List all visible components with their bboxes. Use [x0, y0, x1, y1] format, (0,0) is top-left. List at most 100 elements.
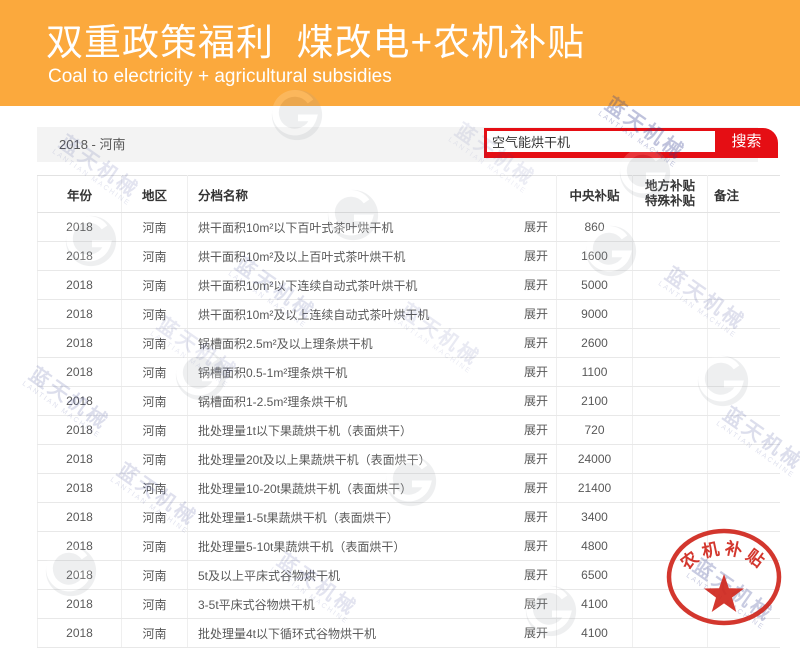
expand-link[interactable]: 展开: [524, 300, 548, 328]
category-cell: 3-5t平床式谷物烘干机展开: [188, 590, 557, 619]
expand-link[interactable]: 展开: [524, 358, 548, 386]
region-cell: 河南: [122, 329, 188, 358]
region-cell: 河南: [122, 590, 188, 619]
note-cell: [708, 271, 781, 300]
local-subsidy-cell: [633, 300, 708, 329]
column-header-year: 年份: [38, 176, 122, 213]
table-row: 2018河南烘干面积10m²以下连续自动式茶叶烘干机展开5000: [38, 271, 781, 300]
category-cell: 批处理量4t以下循环式谷物烘干机 展开: [188, 619, 557, 648]
region-cell: 河南: [122, 416, 188, 445]
note-cell: [708, 329, 781, 358]
column-header-local-line2: 特殊补贴: [633, 194, 707, 209]
table-header-row: 年份 地区 分档名称 中央补贴 地方补贴 特殊补贴 备注: [38, 176, 781, 213]
category-name: 批处理量10-20t果蔬烘干机（表面烘干）: [198, 482, 412, 496]
table-row: 2018河南烘干面积10m²以下百叶式茶叶烘干机展开860: [38, 213, 781, 242]
banner-title: 双重政策福利 煤改电+农机补贴: [46, 12, 585, 66]
search-button[interactable]: 搜索: [715, 128, 778, 155]
central-subsidy-cell: 720: [557, 416, 633, 445]
column-header-central: 中央补贴: [557, 176, 633, 213]
central-subsidy-cell: 2100: [557, 387, 633, 416]
note-cell: [708, 213, 781, 242]
breadcrumb: 2018 - 河南: [59, 127, 125, 162]
central-subsidy-cell: 1600: [557, 242, 633, 271]
note-cell: [708, 416, 781, 445]
expand-link[interactable]: 展开: [524, 242, 548, 270]
year-cell: 2018: [38, 300, 122, 329]
table-row: 2018河南批处理量1t以下果蔬烘干机（表面烘干）展开720: [38, 416, 781, 445]
central-subsidy-cell: 6500: [557, 561, 633, 590]
table-row: 2018河南锅槽面积1-2.5m²理条烘干机展开2100: [38, 387, 781, 416]
local-subsidy-cell: [633, 271, 708, 300]
expand-link[interactable]: 展开: [524, 561, 548, 589]
local-subsidy-cell: [633, 387, 708, 416]
expand-link[interactable]: 展开: [524, 213, 548, 241]
expand-link[interactable]: 展开: [524, 474, 548, 502]
promo-banner: 双重政策福利 煤改电+农机补贴 Coal to electricity + ag…: [0, 0, 800, 106]
category-name: 批处理量1-5t果蔬烘干机（表面烘干）: [198, 511, 399, 525]
expand-link[interactable]: 展开: [524, 416, 548, 444]
expand-link[interactable]: 展开: [524, 387, 548, 415]
region-cell: 河南: [122, 358, 188, 387]
stamp-star-icon: [704, 574, 744, 612]
central-subsidy-cell: 4100: [557, 619, 633, 648]
note-cell: [708, 358, 781, 387]
category-cell: 批处理量5-10t果蔬烘干机（表面烘干）展开: [188, 532, 557, 561]
year-cell: 2018: [38, 590, 122, 619]
category-cell: 烘干面积10m²以下连续自动式茶叶烘干机展开: [188, 271, 557, 300]
central-subsidy-cell: 1100: [557, 358, 633, 387]
region-cell: 河南: [122, 474, 188, 503]
category-name: 5t及以上平床式谷物烘干机: [198, 569, 340, 583]
category-name: 锅槽面积1-2.5m²理条烘干机: [198, 395, 347, 409]
search-input[interactable]: [487, 131, 715, 152]
expand-link[interactable]: 展开: [524, 445, 548, 473]
year-cell: 2018: [38, 271, 122, 300]
category-name: 烘干面积10m²以下百叶式茶叶烘干机: [198, 221, 393, 235]
year-cell: 2018: [38, 213, 122, 242]
category-name: 烘干面积10m²及以上连续自动式茶叶烘干机: [198, 308, 429, 322]
expand-link[interactable]: 展开: [524, 503, 548, 531]
expand-link[interactable]: 展开: [524, 532, 548, 560]
local-subsidy-cell: [633, 358, 708, 387]
central-subsidy-cell: 21400: [557, 474, 633, 503]
expand-link[interactable]: 展开: [524, 329, 548, 357]
category-name: 批处理量4t以下循环式谷物烘干机: [198, 627, 376, 641]
category-name: 批处理量1t以下果蔬烘干机（表面烘干）: [198, 424, 412, 438]
category-cell: 锅槽面积0.5-1m²理条烘干机 展开: [188, 358, 557, 387]
region-cell: 河南: [122, 387, 188, 416]
local-subsidy-cell: [633, 213, 708, 242]
column-header-category: 分档名称: [188, 176, 557, 213]
expand-link[interactable]: 展开: [524, 619, 548, 647]
column-header-local: 地方补贴 特殊补贴: [633, 176, 708, 213]
category-cell: 烘干面积10m²及以上百叶式茶叶烘干机 展开: [188, 242, 557, 271]
year-cell: 2018: [38, 445, 122, 474]
category-cell: 锅槽面积1-2.5m²理条烘干机 展开: [188, 387, 557, 416]
category-cell: 烘干面积10m²及以上连续自动式茶叶烘干机 展开: [188, 300, 557, 329]
expand-link[interactable]: 展开: [524, 271, 548, 299]
local-subsidy-cell: [633, 445, 708, 474]
expand-link[interactable]: 展开: [524, 590, 548, 618]
category-cell: 锅槽面积2.5m²及以上理条烘干机展开: [188, 329, 557, 358]
category-name: 批处理量20t及以上果蔬烘干机（表面烘干）: [198, 453, 431, 467]
central-subsidy-cell: 860: [557, 213, 633, 242]
category-name: 烘干面积10m²及以上百叶式茶叶烘干机: [198, 250, 405, 264]
central-subsidy-cell: 3400: [557, 503, 633, 532]
region-cell: 河南: [122, 532, 188, 561]
category-cell: 5t及以上平床式谷物烘干机 展开: [188, 561, 557, 590]
central-subsidy-cell: 9000: [557, 300, 633, 329]
central-subsidy-cell: 5000: [557, 271, 633, 300]
region-cell: 河南: [122, 242, 188, 271]
category-name: 锅槽面积0.5-1m²理条烘干机: [198, 366, 347, 380]
category-cell: 批处理量10-20t果蔬烘干机（表面烘干） 展开: [188, 474, 557, 503]
year-cell: 2018: [38, 619, 122, 648]
local-subsidy-cell: [633, 416, 708, 445]
region-cell: 河南: [122, 561, 188, 590]
table-row: 2018河南烘干面积10m²及以上百叶式茶叶烘干机展开1600: [38, 242, 781, 271]
local-subsidy-cell: [633, 329, 708, 358]
note-cell: [708, 387, 781, 416]
year-cell: 2018: [38, 561, 122, 590]
column-header-region: 地区: [122, 176, 188, 213]
search-box: 搜索: [484, 128, 778, 158]
category-cell: 批处理量20t及以上果蔬烘干机（表面烘干） 展开: [188, 445, 557, 474]
table-row: 2018河南锅槽面积0.5-1m²理条烘干机展开1100: [38, 358, 781, 387]
local-subsidy-cell: [633, 474, 708, 503]
